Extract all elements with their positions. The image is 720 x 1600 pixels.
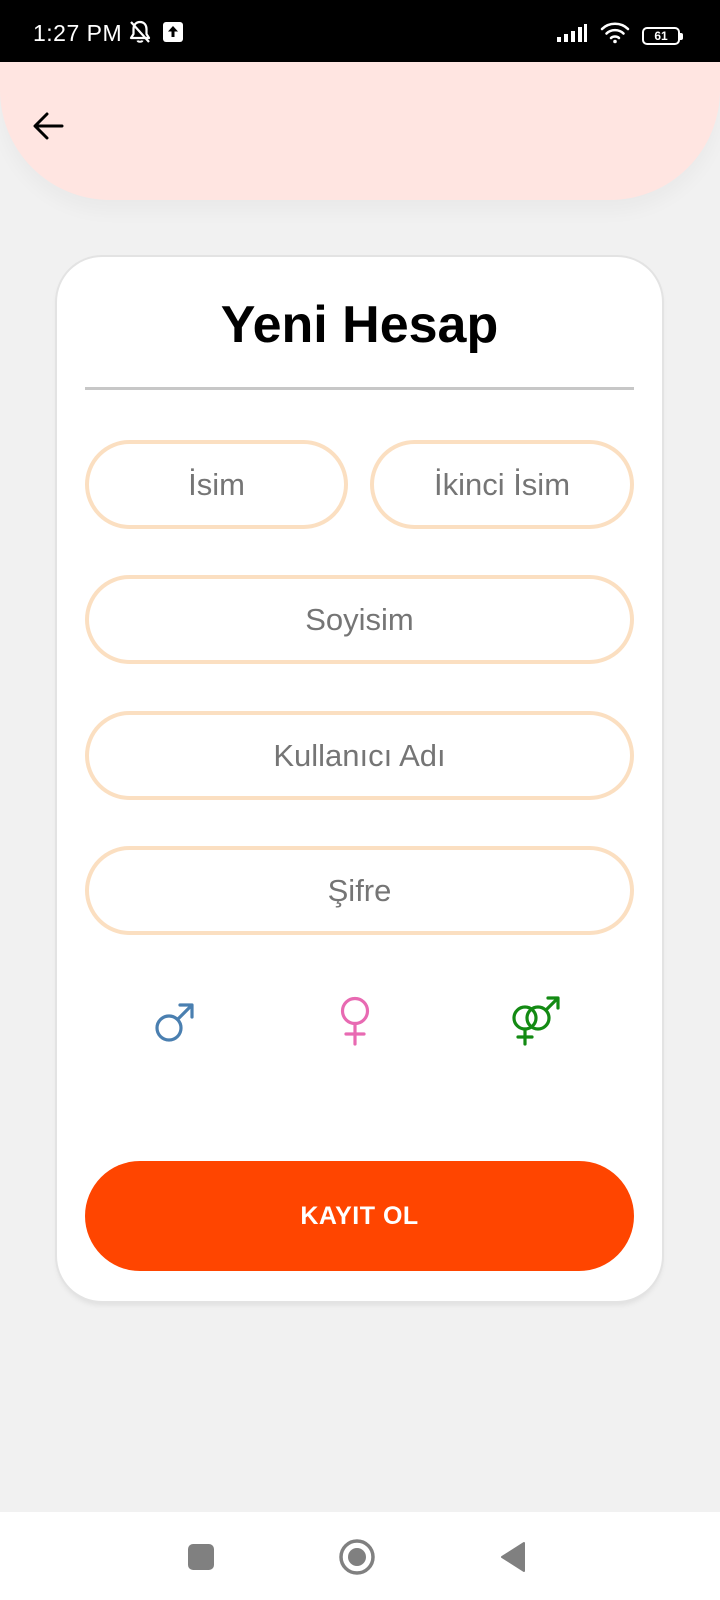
intersex-symbol-icon	[512, 996, 560, 1046]
status-left-icons	[128, 19, 184, 50]
recents-square-icon	[188, 1544, 214, 1570]
username-input[interactable]	[89, 736, 630, 775]
register-button[interactable]: KAYIT OL	[85, 1161, 634, 1271]
recents-button[interactable]	[178, 1534, 224, 1580]
header	[0, 62, 720, 200]
last-name-input[interactable]	[89, 600, 630, 639]
back-triangle-icon	[501, 1542, 525, 1572]
middle-name-input[interactable]	[374, 465, 630, 504]
gender-selector	[57, 992, 662, 1052]
battery-level: 61	[654, 28, 668, 43]
system-back-button[interactable]	[490, 1534, 536, 1580]
username-field[interactable]	[85, 711, 634, 800]
first-name-input[interactable]	[89, 465, 344, 504]
first-name-field[interactable]	[85, 440, 348, 529]
wifi-icon	[600, 22, 630, 49]
male-symbol-icon	[155, 1003, 194, 1042]
gender-male-option[interactable]	[145, 992, 205, 1052]
gender-other-option[interactable]	[506, 992, 566, 1052]
title-divider	[85, 387, 634, 390]
system-nav-bar	[0, 1512, 720, 1600]
status-right-icons: 61	[556, 22, 683, 49]
status-time: 1:27 PM	[33, 20, 123, 46]
register-card: Yeni Hesap İsim İkinci İsim Soyisim Kull…	[57, 257, 662, 1301]
signal-icon	[556, 23, 588, 48]
last-name-field[interactable]	[85, 575, 634, 664]
status-bar: 1:27 PM 61	[0, 0, 720, 62]
home-button[interactable]	[334, 1534, 380, 1580]
page-title: Yeni Hesap	[220, 296, 499, 354]
upload-icon	[162, 21, 184, 48]
female-symbol-icon	[340, 996, 370, 1046]
gender-female-option[interactable]	[325, 992, 385, 1052]
arrow-left-icon	[33, 112, 64, 140]
back-button[interactable]	[26, 104, 70, 148]
register-screen: 1:27 PM 61 Yeni Hesap İsim İkinci İsim S…	[0, 0, 720, 1600]
battery-icon: 61	[642, 26, 683, 45]
home-circle-icon	[339, 1539, 375, 1575]
password-input[interactable]	[89, 871, 630, 910]
password-field[interactable]	[85, 846, 634, 935]
middle-name-field[interactable]	[370, 440, 634, 529]
bell-off-icon	[128, 19, 152, 50]
